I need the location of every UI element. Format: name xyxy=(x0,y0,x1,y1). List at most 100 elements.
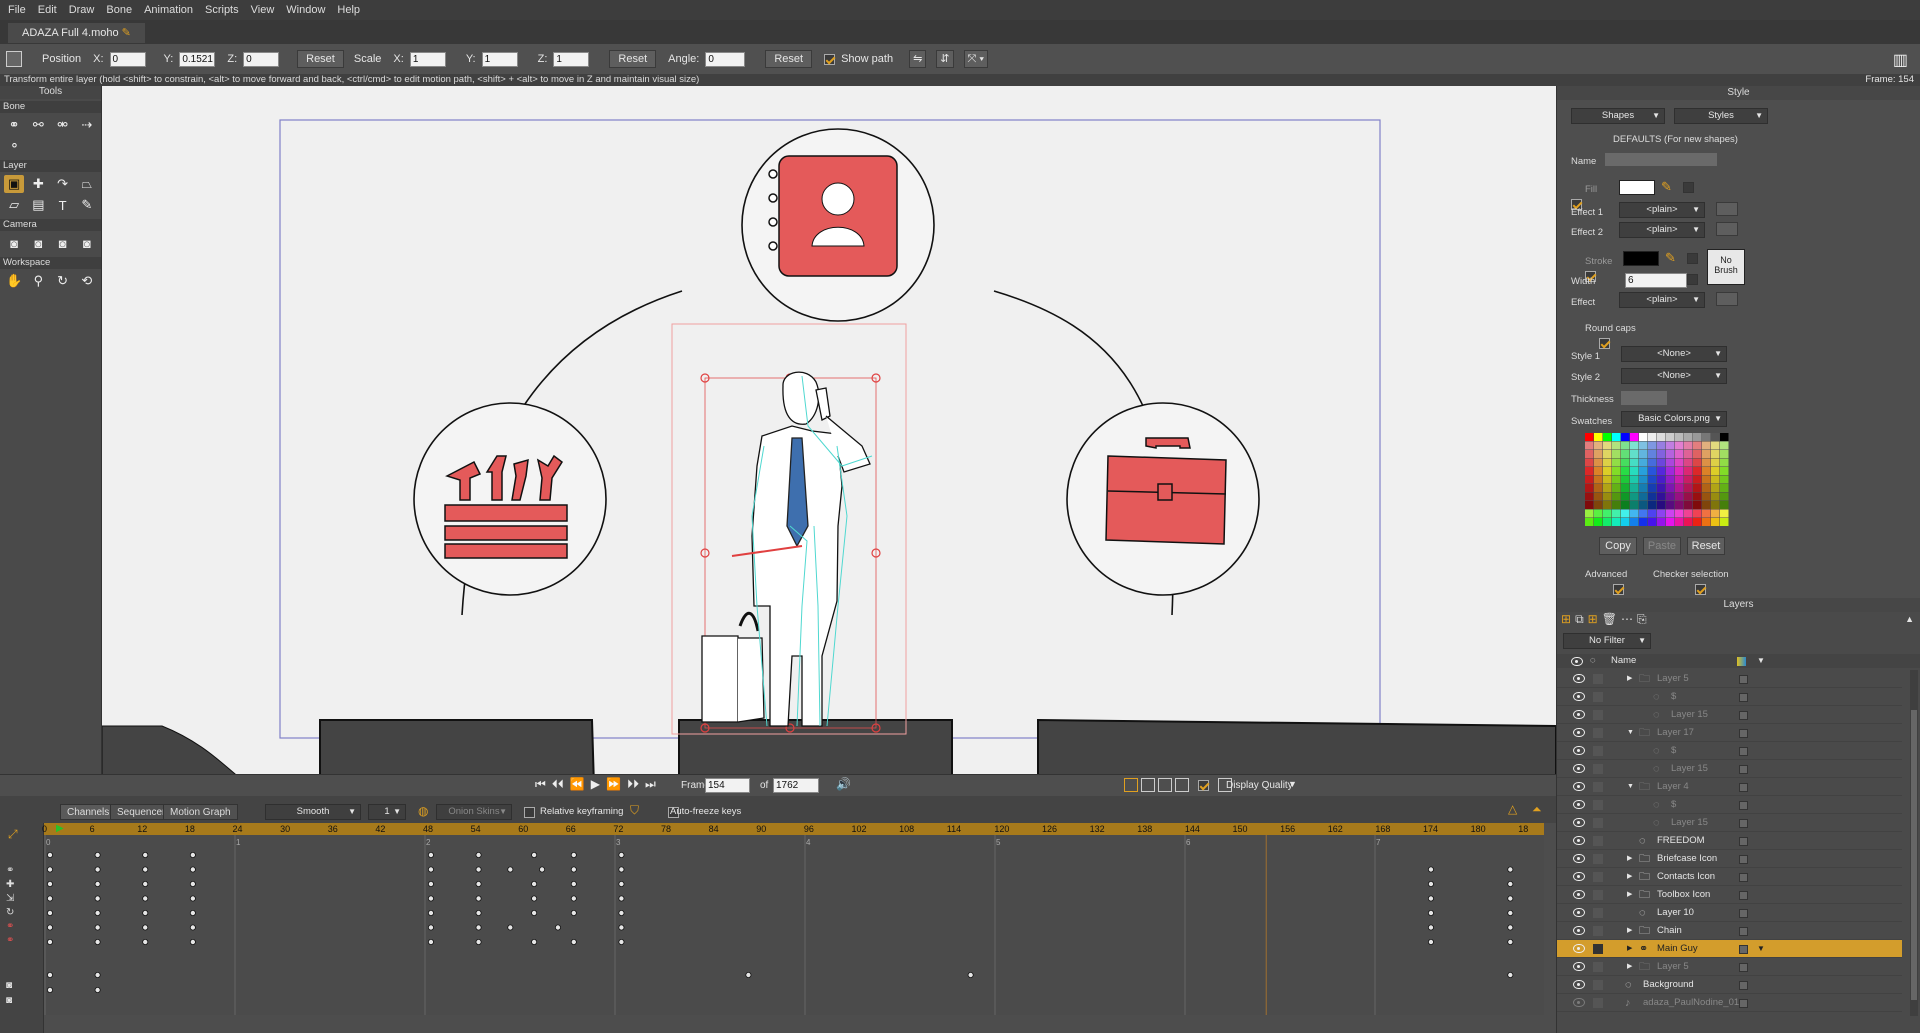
layer-row[interactable]: ◌ Layer 15 xyxy=(1557,760,1902,778)
stroke-extra-button[interactable] xyxy=(1687,253,1698,264)
layer-visibility-icon[interactable] xyxy=(1573,854,1585,863)
column-options-icon[interactable]: ▼ xyxy=(1757,654,1765,668)
layer-visibility-icon[interactable] xyxy=(1573,818,1585,827)
step-back-keyframe-icon[interactable]: ⏴⏴ xyxy=(552,777,564,792)
layer-color-box[interactable] xyxy=(1739,999,1748,1008)
position-z-field[interactable]: 0 xyxy=(243,51,280,67)
color-swatch-grid[interactable] xyxy=(1585,433,1735,529)
layer-lock-toggle[interactable] xyxy=(1593,854,1603,864)
hand-tool-icon[interactable]: ✋ xyxy=(4,272,24,290)
scale-x-field[interactable]: 1 xyxy=(409,51,446,67)
relative-keyframing-checkbox[interactable] xyxy=(524,806,535,818)
interpolation-dropdown[interactable]: Smooth xyxy=(265,804,361,820)
camera-pan-icon[interactable]: ◙ xyxy=(77,234,97,252)
layer-row[interactable]: ▶ ⚭ Main Guy ▼ xyxy=(1557,940,1902,958)
layer-row[interactable]: ◌ $ xyxy=(1557,742,1902,760)
width-field[interactable]: 6 xyxy=(1625,273,1687,288)
collapse-arrow-icon[interactable]: ▼ xyxy=(1627,724,1634,742)
thickness-field[interactable] xyxy=(1621,391,1667,405)
collapse-arrow-icon[interactable]: ▼ xyxy=(1627,778,1634,796)
frame-field[interactable]: 154 xyxy=(705,778,750,793)
go-to-end-icon[interactable]: ⏭ xyxy=(645,777,656,792)
layer-color-box[interactable] xyxy=(1739,711,1748,720)
layer-visibility-icon[interactable] xyxy=(1573,926,1585,935)
expand-arrow-icon[interactable]: ▶ xyxy=(1627,886,1632,904)
document-tab[interactable]: ADAZA Full 4.moho ✎ xyxy=(8,23,145,43)
layers-scrollbar[interactable] xyxy=(1910,670,1918,1016)
rotate-layer-tool-icon[interactable]: ↷ xyxy=(53,175,73,193)
layer-lock-toggle[interactable] xyxy=(1593,980,1603,990)
swatches-dropdown[interactable]: Basic Colors.png xyxy=(1621,411,1727,427)
stroke-color-swatch[interactable] xyxy=(1623,251,1659,266)
layer-visibility-icon[interactable] xyxy=(1573,746,1585,755)
single-view-icon[interactable] xyxy=(1124,778,1138,792)
layer-lock-toggle[interactable] xyxy=(1593,800,1603,810)
layer-visibility-icon[interactable] xyxy=(1573,980,1585,989)
onion-skin-icon[interactable]: ◍ xyxy=(418,804,428,818)
effect2-more-button[interactable] xyxy=(1716,222,1738,236)
layer-lock-toggle[interactable] xyxy=(1593,890,1603,900)
copy-layer-icon[interactable]: ⎘ xyxy=(1637,612,1647,627)
reset-angle-button[interactable]: Reset xyxy=(765,50,813,68)
layer-visibility-icon[interactable] xyxy=(1573,764,1585,773)
layer-visibility-icon[interactable] xyxy=(1573,890,1585,899)
tab-motion-graph[interactable]: Motion Graph xyxy=(163,804,238,820)
stroke-effect-dropdown[interactable]: <plain> xyxy=(1619,292,1705,308)
layer-visibility-icon[interactable] xyxy=(1573,908,1585,917)
layer-lock-toggle[interactable] xyxy=(1593,746,1603,756)
layer-visibility-icon[interactable] xyxy=(1573,872,1585,881)
menu-animation[interactable]: Animation xyxy=(144,4,193,16)
quad-view-icon[interactable] xyxy=(1175,778,1189,792)
layer-row[interactable]: ◌ Layer 10 xyxy=(1557,904,1902,922)
name-field[interactable] xyxy=(1605,153,1717,166)
expand-arrow-icon[interactable]: ▶ xyxy=(1627,868,1632,886)
round-caps-checkbox[interactable] xyxy=(1599,337,1611,349)
expand-arrow-icon[interactable]: ▶ xyxy=(1627,958,1632,976)
collapse-panel-icon[interactable]: ▲ xyxy=(1905,614,1914,624)
no-brush-button[interactable]: No Brush xyxy=(1707,249,1745,285)
style1-dropdown[interactable]: <None> xyxy=(1621,346,1727,362)
reset-position-button[interactable]: Reset xyxy=(297,50,344,68)
flip-horizontal-button[interactable]: ⇋ xyxy=(909,50,927,68)
transform-options-button[interactable]: ⤧ ▾ xyxy=(963,50,988,68)
expand-arrow-icon[interactable]: ▶ xyxy=(1627,940,1632,958)
scale-bone-tool-icon[interactable]: ⚮ xyxy=(53,116,73,134)
layer-list[interactable]: ▶ 🗀 Layer 5 ◌ $ ◌ Layer 15 ▼ 🗀 Layer 17 ◌ $ ◌ Layer 1… xyxy=(1557,670,1913,1016)
menu-window[interactable]: Window xyxy=(286,4,325,16)
step-back-icon[interactable]: ⏪ xyxy=(570,777,585,792)
paste-button[interactable]: Paste xyxy=(1643,537,1681,555)
layer-color-box[interactable] xyxy=(1739,927,1748,936)
move-tool-icon[interactable]: ✚ xyxy=(28,175,48,193)
layer-lock-toggle[interactable] xyxy=(1593,908,1603,918)
canvas-viewport[interactable] xyxy=(102,86,1556,774)
layer-color-box[interactable] xyxy=(1739,873,1748,882)
menu-scripts[interactable]: Scripts xyxy=(205,4,239,16)
orbit-workspace-icon[interactable]: ⟲ xyxy=(77,272,97,290)
layer-row[interactable]: ▶ 🗀 Layer 5 xyxy=(1557,670,1902,688)
effect1-dropdown[interactable]: <plain> xyxy=(1619,202,1705,218)
layer-visibility-icon[interactable] xyxy=(1573,728,1585,737)
flip-vertical-button[interactable]: ⇵ xyxy=(936,50,954,68)
layer-lock-toggle[interactable] xyxy=(1593,764,1603,774)
layer-row[interactable]: ◌ Layer 15 xyxy=(1557,814,1902,832)
layer-lock-toggle[interactable] xyxy=(1593,836,1603,846)
layer-visibility-icon[interactable] xyxy=(1573,998,1585,1007)
keyframe-options-icon[interactable]: △ xyxy=(1508,802,1517,816)
color-column-icon[interactable] xyxy=(1737,657,1746,666)
zoom-tool-icon[interactable]: ⚲ xyxy=(28,272,48,290)
shapes-dropdown[interactable]: Shapes xyxy=(1571,108,1665,124)
fill-extra-button[interactable] xyxy=(1683,182,1694,193)
position-x-field[interactable]: 0 xyxy=(109,51,146,67)
total-frames-field[interactable]: 1762 xyxy=(773,778,819,793)
camera-track-icon[interactable]: ◙ xyxy=(4,234,24,252)
book-icon[interactable]: ▥ xyxy=(1893,50,1908,70)
layer-color-box[interactable] xyxy=(1739,801,1748,810)
layer-color-box[interactable] xyxy=(1739,855,1748,864)
advanced-checkbox[interactable] xyxy=(1613,583,1625,595)
layer-lock-toggle[interactable] xyxy=(1593,872,1603,882)
reset-style-button[interactable]: Reset xyxy=(1687,537,1725,555)
play-icon[interactable]: ▶ xyxy=(591,777,600,792)
layer-color-box[interactable] xyxy=(1739,981,1748,990)
layer-row[interactable]: ▶ 🗀 Contacts Icon xyxy=(1557,868,1902,886)
layer-lock-toggle[interactable] xyxy=(1593,818,1603,828)
